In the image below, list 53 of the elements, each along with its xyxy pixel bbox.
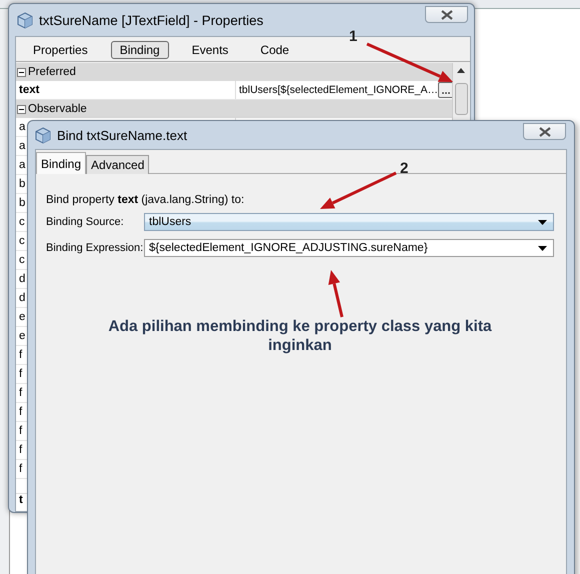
window-title: Bind txtSureName.text (57, 128, 188, 142)
property-name: a (19, 121, 26, 133)
step-number: 2 (400, 160, 408, 177)
property-name: f (19, 444, 22, 456)
property-name: c (19, 235, 25, 247)
tab[interactable]: Advanced (86, 155, 150, 174)
property-name: f (19, 406, 22, 418)
step-number: 1 (349, 28, 358, 45)
property-name: e (19, 311, 26, 323)
section-header: Observable (28, 103, 87, 115)
window-title: txtSureName [JTextField] - Properties (39, 12, 264, 28)
tab[interactable]: Binding (36, 152, 86, 174)
annotation-note: Ada pilihan membinding ke property class yang kita inginkan (107, 317, 493, 355)
dropdown[interactable]: ${selectedElement_IGNORE_ADJUSTING.sureName} (144, 239, 554, 257)
property-name: b (19, 197, 26, 209)
dropdown-icon (538, 246, 547, 250)
section-header: Preferred (28, 66, 76, 78)
close-button[interactable] (523, 123, 566, 140)
property-name: f (19, 387, 22, 399)
property-name: a (19, 140, 26, 152)
property-name: d (19, 292, 26, 304)
tab[interactable]: Events (182, 41, 238, 59)
property-name: c (19, 216, 25, 228)
property-value[interactable]: tblUsers[${selectedElement_IGNORE_A… (239, 81, 438, 99)
property-name: c (19, 254, 25, 266)
dropdown[interactable]: tblUsers (144, 213, 554, 231)
tab[interactable]: Code (251, 41, 298, 59)
scroll-up-icon[interactable] (457, 68, 465, 73)
collapse-icon[interactable] (17, 104, 26, 114)
field-label: Binding Source: (46, 216, 124, 228)
close-icon (440, 10, 454, 20)
property-name: f (19, 368, 22, 380)
property-name: t (19, 494, 23, 506)
property-name: a (19, 159, 26, 171)
collapse-icon[interactable] (17, 68, 26, 76)
property-name: f (19, 463, 22, 475)
arrow (328, 270, 344, 318)
property-name: f (19, 425, 22, 437)
property-name: b (19, 178, 26, 190)
property-name: text (19, 84, 40, 96)
close-button[interactable] (425, 6, 468, 23)
close-icon (538, 126, 552, 136)
tab[interactable]: Properties (24, 41, 97, 59)
property-name: f (19, 349, 22, 361)
dropdown-icon (538, 220, 547, 224)
property-name: e (19, 330, 26, 342)
window-icon (35, 126, 51, 144)
window-icon (17, 12, 33, 28)
property-name: d (19, 273, 26, 285)
tab[interactable]: Binding (110, 41, 169, 59)
field-label: Binding Expression: (46, 242, 144, 254)
scroll-thumb[interactable] (455, 83, 468, 115)
prompt-text: Bind property text (java.lang.String) to: (46, 194, 246, 206)
